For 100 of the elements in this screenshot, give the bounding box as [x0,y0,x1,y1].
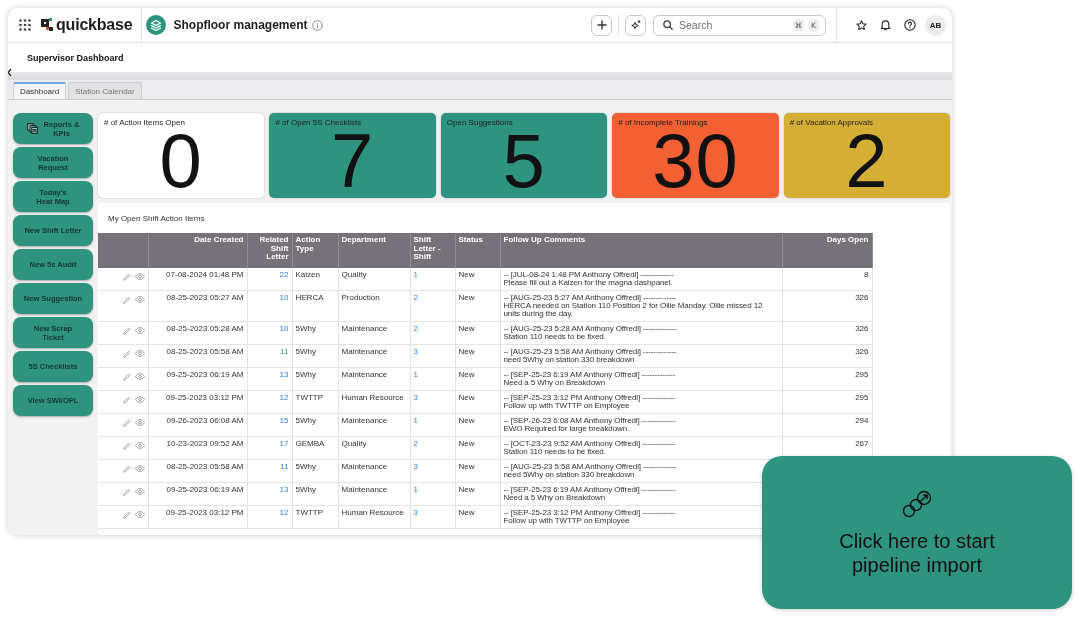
metric-tile[interactable]: # of Open 5S Checklists7 [269,113,436,198]
add-button[interactable] [591,14,612,36]
pencil-icon[interactable] [122,442,131,450]
department: Human Resource [341,508,404,517]
shift-letter-link[interactable]: 10 [279,324,289,333]
pencil-icon[interactable] [122,511,131,519]
eye-icon[interactable] [134,442,145,449]
action-type: TWTTP [295,508,324,517]
metric-tile[interactable]: # of Vacation Approvals2 [783,113,951,198]
shift-letter-link[interactable]: 11 [280,347,289,356]
shift-link[interactable]: 3 [413,393,418,402]
date-created: 09-26-2023 06:08 AM [166,416,244,425]
action-type: 5Why [295,485,316,494]
shift-letter-link[interactable]: 12 [279,393,289,402]
column-header[interactable]: Action Type [292,233,338,268]
shift-link[interactable]: 1 [413,485,418,494]
action-type: 5Why [295,324,316,333]
eye-icon[interactable] [134,273,145,280]
page-title: Supervisor Dashboard [27,52,124,63]
pencil-icon[interactable] [122,296,131,304]
grid-icon[interactable] [19,19,31,31]
eye-icon[interactable] [134,396,145,403]
action-type: GEMBA [295,439,325,448]
tab[interactable]: Dashboard [13,82,67,99]
pencil-icon[interactable] [122,465,131,473]
column-header[interactable]: Status [455,233,500,268]
days-open: 295 [855,370,869,379]
shift-letter-link[interactable]: 13 [279,485,289,494]
follow-up-comment: -- [AUG-25-23 5:58 AM Anthony Offredi] ------------- need 5Why on station 330 breakdown [503,347,677,364]
chain-link-icon [900,488,934,519]
pencil-icon[interactable] [122,488,131,496]
date-created: 08-25-2023 05:27 AM [166,293,244,302]
shift-letter-link[interactable]: 11 [280,462,289,471]
shift-letter-link[interactable]: 22 [279,270,289,279]
department: Maintenance [341,347,388,356]
status: New [458,462,475,471]
tile-label: # of Incomplete Trainings [618,118,708,128]
eye-icon[interactable] [134,465,145,472]
follow-up-comment: -- [JUL-08-24 1:48 PM Anthony Offredi] ------------- Please fill out a Kaizen for the magna dashpanel. [503,270,674,287]
shift-link[interactable]: 3 [413,508,418,517]
eye-icon[interactable] [134,511,145,518]
shift-letter-link[interactable]: 15 [279,416,289,425]
pencil-icon[interactable] [122,373,131,381]
status: New [458,416,475,425]
column-header[interactable]: Date Created [148,233,247,268]
shift-link[interactable]: 3 [413,347,418,356]
shift-link[interactable]: 1 [413,370,418,379]
pencil-icon[interactable] [122,396,131,404]
shift-link[interactable]: 3 [413,462,418,471]
shift-link[interactable]: 1 [413,416,418,425]
shift-letter-link[interactable]: 10 [279,293,289,302]
eye-icon[interactable] [134,488,145,495]
shift-link[interactable]: 2 [413,439,418,448]
department: Production [341,293,380,302]
shift-link[interactable]: 2 [413,324,418,333]
follow-up-comment: -- [SEP-26-23 6:08 AM Anthony Offredi] ------------- EWO Required for large breakdown. [503,416,676,433]
status: New [458,393,475,402]
pencil-icon[interactable] [122,419,131,427]
status: New [458,270,475,279]
info-icon[interactable] [312,19,324,31]
app-name: Shopfloor management [173,18,308,32]
shift-letter-link[interactable]: 12 [279,508,289,517]
days-open: 295 [855,393,869,402]
shift-link[interactable]: 2 [413,293,418,302]
sparkle-button[interactable] [625,14,646,36]
pipeline-import-card[interactable]: Click here to start pipeline import [762,456,1072,609]
avatar[interactable]: AB [925,14,946,36]
pencil-icon[interactable] [122,327,131,335]
column-header[interactable]: Follow Up Comments [500,233,782,268]
department: Maintenance [341,324,388,333]
eye-icon[interactable] [134,327,145,334]
days-open: 267 [855,439,869,448]
date-created: 08-25-2023 05:58 AM [166,462,244,471]
shift-letter-link[interactable]: 13 [279,370,289,379]
shift-letter-link[interactable]: 17 [279,439,289,448]
chevron-icon[interactable] [8,68,13,77]
pencil-icon[interactable] [122,273,131,281]
star-icon[interactable] [856,19,867,31]
action-type: TWTTP [295,393,324,402]
eye-icon[interactable] [134,296,145,303]
search-input[interactable]: Search [677,16,789,34]
eye-icon[interactable] [134,350,145,357]
department: Maintenance [341,462,388,471]
metric-tile[interactable]: # of Action Items Open0 [98,113,265,198]
days-open: 326 [855,347,869,356]
column-header[interactable]: Days Open [782,233,872,268]
eye-icon[interactable] [134,419,145,426]
status: New [458,439,475,448]
date-created: 09-25-2023 03:12 PM [166,508,244,517]
column-header[interactable]: Shift Letter - Shift [410,233,455,268]
shift-link[interactable]: 1 [413,270,418,279]
help-icon[interactable] [904,19,916,31]
bell-icon[interactable] [880,19,891,31]
pencil-icon[interactable] [122,350,131,358]
status: New [458,370,475,379]
status: New [458,485,475,494]
column-header[interactable]: Related Shift Letter [247,233,292,268]
eye-icon[interactable] [134,373,145,380]
column-header[interactable]: Department [338,233,410,268]
tab[interactable]: Station Calendar [68,82,142,99]
